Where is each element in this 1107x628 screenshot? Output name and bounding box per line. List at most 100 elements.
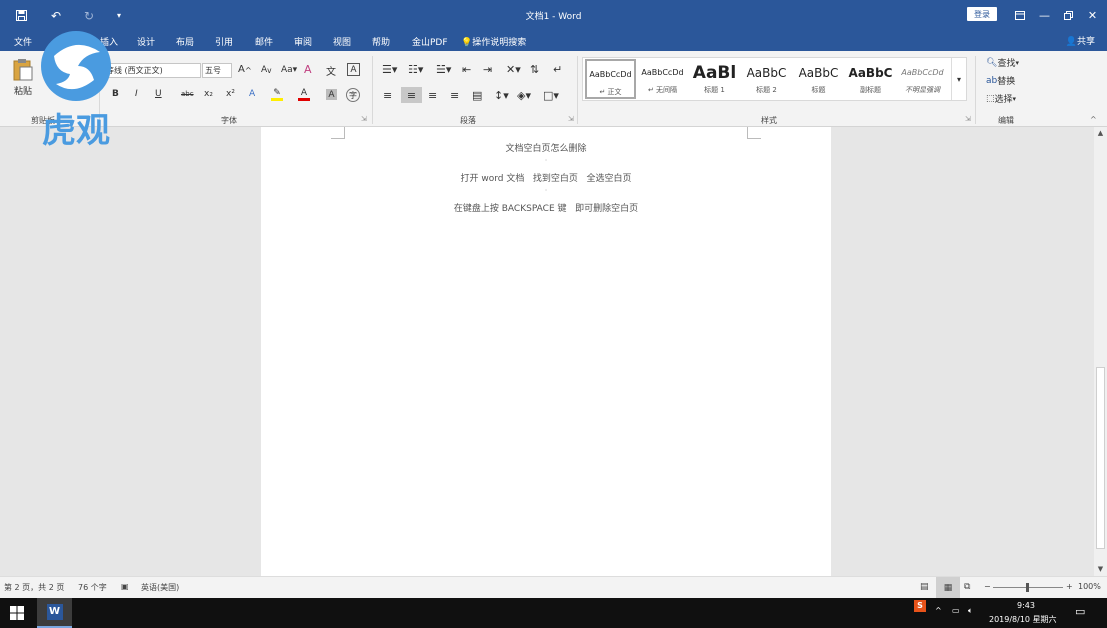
strikethrough-button[interactable]: abc <box>181 90 194 98</box>
word-count[interactable]: 76 个字 <box>78 582 107 593</box>
style-preview: AaBbC <box>798 66 839 80</box>
clock-date[interactable]: 2019/8/10 星期六 <box>989 614 1057 625</box>
highlight-icon[interactable]: ✎ <box>271 88 283 101</box>
style-heading-1[interactable]: AaBl 标题 1 <box>689 59 740 99</box>
decrease-indent-icon[interactable]: ⇤ <box>462 63 471 76</box>
style-normal[interactable]: AaBbCcDd ↵ 正文 <box>585 59 636 99</box>
font-size-combo[interactable]: 五号 <box>202 63 232 78</box>
style-heading-2[interactable]: AaBbC 标题 2 <box>741 59 792 99</box>
shrink-font-icon[interactable]: Av <box>261 65 272 75</box>
scroll-down-icon[interactable]: ▼ <box>1094 565 1107 573</box>
collapse-ribbon-icon[interactable]: ^ <box>1090 115 1097 124</box>
tab-view[interactable]: 视图 <box>333 35 351 48</box>
document-paragraph[interactable]: 打开 word 文档 找到空白页 全选空白页 <box>261 171 831 184</box>
paragraph-dialog-launcher-icon[interactable]: ⇲ <box>568 115 574 123</box>
select-button[interactable]: ⬚ 选择 ▾ <box>986 92 1016 106</box>
scrollbar-thumb[interactable] <box>1096 367 1105 549</box>
style-no-spacing[interactable]: AaBbCcDd ↵ 无间隔 <box>637 59 688 99</box>
zoom-in-icon[interactable]: + <box>1066 582 1073 591</box>
tab-references[interactable]: 引用 <box>215 35 233 48</box>
align-left-icon[interactable]: ≡ <box>383 89 392 102</box>
italic-button[interactable]: I <box>135 89 138 99</box>
save-icon[interactable] <box>6 0 36 31</box>
show-marks-icon[interactable]: ↵ <box>553 63 562 76</box>
ribbon-display-icon[interactable] <box>1007 0 1032 31</box>
style-subtitle[interactable]: AaBbC 副标题 <box>845 59 896 99</box>
bullets-icon[interactable]: ☰▾ <box>382 63 397 76</box>
document-paragraph[interactable]: 在键盘上按 BACKSPACE 键 即可删除空白页 <box>261 201 831 214</box>
font-color-button[interactable]: A <box>298 88 310 101</box>
document-page[interactable]: 文档空白页怎么删除 · 打开 word 文档 找到空白页 全选空白页 · 在键盘… <box>261 127 831 576</box>
login-button[interactable]: 登录 <box>967 7 997 21</box>
styles-dialog-launcher-icon[interactable]: ⇲ <box>965 115 971 123</box>
clear-format-icon[interactable]: A <box>304 63 312 76</box>
increase-indent-icon[interactable]: ⇥ <box>483 63 492 76</box>
volume-icon[interactable]: 🔈︎ <box>968 606 973 616</box>
close-icon[interactable]: ✕ <box>1080 0 1105 31</box>
tab-layout[interactable]: 布局 <box>176 35 194 48</box>
text-effects-button[interactable]: A <box>249 89 255 99</box>
zoom-slider-thumb[interactable] <box>1026 583 1029 592</box>
line-spacing-icon[interactable]: ↕▾ <box>494 89 509 102</box>
web-layout-icon[interactable]: ⧉ <box>964 582 970 592</box>
replace-button[interactable]: ab 替换 <box>986 74 1015 88</box>
notifications-icon[interactable]: ▭ <box>1075 605 1085 618</box>
multilevel-list-icon[interactable]: ☱▾ <box>436 63 451 76</box>
tell-me-search[interactable]: 💡操作说明搜索 <box>461 35 526 48</box>
numbering-icon[interactable]: ☷▾ <box>408 63 423 76</box>
enclose-char-icon[interactable]: 字 <box>346 88 360 102</box>
select-icon: ⬚ <box>986 93 995 104</box>
subscript-button[interactable]: x₂ <box>204 89 213 99</box>
print-layout-icon[interactable]: ▦ <box>936 577 960 598</box>
paste-label[interactable]: 粘贴 <box>14 84 32 97</box>
read-mode-icon[interactable]: ▤ <box>920 582 929 592</box>
tab-design[interactable]: 设计 <box>137 35 155 48</box>
paste-icon[interactable] <box>10 57 36 83</box>
windows-start-icon[interactable] <box>10 606 24 622</box>
style-title[interactable]: AaBbC 标题 <box>793 59 844 99</box>
scroll-up-icon[interactable]: ▲ <box>1094 129 1107 137</box>
word-taskbar-icon[interactable]: W <box>37 598 72 628</box>
char-shading-button[interactable]: A <box>326 89 337 100</box>
font-dialog-launcher-icon[interactable]: ⇲ <box>361 115 367 123</box>
restore-icon[interactable] <box>1056 0 1081 31</box>
network-icon[interactable]: ▭ <box>952 606 960 615</box>
align-center-icon[interactable]: ≡ <box>401 87 422 103</box>
input-method-icon[interactable]: S <box>914 600 926 612</box>
style-name: 标题 1 <box>704 86 725 94</box>
clock-time[interactable]: 9:43 <box>1017 601 1035 610</box>
shading-icon[interactable]: ◈▾ <box>517 89 531 102</box>
proofing-icon[interactable]: ▣ <box>121 582 129 591</box>
tab-review[interactable]: 审阅 <box>294 35 312 48</box>
asian-layout-icon[interactable]: ✕▾ <box>506 63 521 76</box>
borders-icon[interactable]: □▾ <box>543 89 559 102</box>
style-subtle-emphasis[interactable]: AaBbCcDd 不明显强调 <box>897 59 948 99</box>
change-case-icon[interactable]: Aa▾ <box>281 65 297 75</box>
sort-icon[interactable]: ⇅ <box>530 63 539 76</box>
status-bar: 第 2 页，共 2 页 76 个字 ▣ 英语(美国) ▤ ▦ ⧉ − + 100… <box>0 576 1107 598</box>
char-border-icon[interactable]: A <box>347 63 360 76</box>
underline-button[interactable]: U <box>155 89 162 99</box>
tab-help[interactable]: 帮助 <box>372 35 390 48</box>
superscript-button[interactable]: x² <box>226 89 235 99</box>
show-hidden-icons-icon[interactable]: ^ <box>935 606 942 615</box>
minimize-icon[interactable]: — <box>1032 0 1057 31</box>
tab-mailings[interactable]: 邮件 <box>255 35 273 48</box>
align-right-icon[interactable]: ≡ <box>428 89 437 102</box>
tell-me-label: 操作说明搜索 <box>472 38 527 48</box>
zoom-out-icon[interactable]: − <box>984 582 991 591</box>
vertical-scrollbar[interactable]: ▲ ▼ <box>1094 127 1107 576</box>
language-indicator[interactable]: 英语(美国) <box>141 582 179 593</box>
page-count[interactable]: 第 2 页，共 2 页 <box>4 582 64 593</box>
share-button[interactable]: 👤共享 <box>1066 34 1095 47</box>
distributed-icon[interactable]: ▤ <box>472 89 482 102</box>
zoom-level[interactable]: 100% <box>1078 582 1101 591</box>
find-button[interactable]: 🔍︎ 查找 ▾ <box>986 56 1019 70</box>
justify-icon[interactable]: ≡ <box>450 89 459 102</box>
phonetic-guide-icon[interactable]: 文 <box>326 63 336 78</box>
document-heading[interactable]: 文档空白页怎么删除 <box>261 141 831 154</box>
styles-more-icon[interactable]: ▾ <box>951 58 966 100</box>
tab-file[interactable]: 文件 <box>14 35 32 48</box>
tab-kingsoft-pdf[interactable]: 金山PDF <box>412 35 448 48</box>
grow-font-icon[interactable]: A ^ <box>238 64 252 75</box>
